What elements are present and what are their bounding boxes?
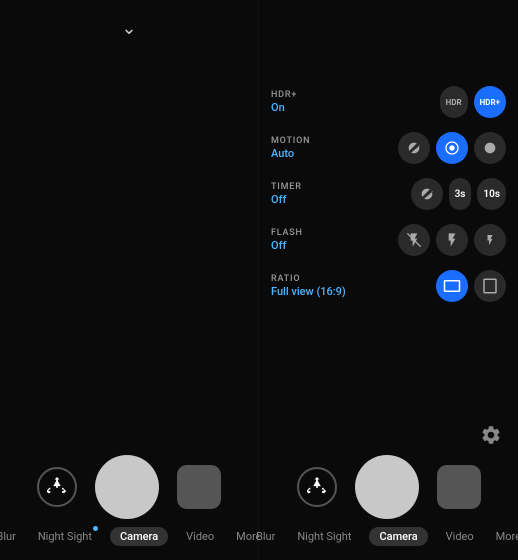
flash-auto-icon bbox=[444, 232, 460, 248]
flash-options bbox=[398, 224, 506, 256]
settings-panel: HDR+ On HDR HDR+ MOTION Auto bbox=[271, 80, 506, 308]
ratio-setting-row: RATIO Full view (16:9) bbox=[271, 264, 506, 308]
hdr-label: HDR+ bbox=[271, 90, 351, 100]
motion-off-button[interactable] bbox=[398, 132, 430, 164]
right-mode-bar: Blur Night Sight Camera Video More bbox=[259, 525, 518, 546]
flash-value: Off bbox=[271, 239, 351, 252]
mode-blur[interactable]: Blur bbox=[0, 528, 20, 545]
timer-value: Off bbox=[271, 193, 351, 206]
timer-10s-button[interactable]: 10s bbox=[477, 178, 506, 210]
timer-setting-row: TIMER Off 3s 10s bbox=[271, 172, 506, 216]
motion-auto-icon bbox=[444, 140, 460, 156]
gear-icon bbox=[480, 424, 502, 446]
right-mode-blur[interactable]: Blur bbox=[252, 528, 279, 545]
shutter-button[interactable] bbox=[95, 455, 159, 519]
chevron-down-icon[interactable]: ⌄ bbox=[121, 18, 136, 39]
motion-setting-row: MOTION Auto bbox=[271, 126, 506, 170]
right-flip-icon bbox=[307, 477, 327, 497]
ratio-43-icon bbox=[481, 277, 499, 295]
ratio-label: RATIO bbox=[271, 274, 351, 284]
ratio-info: RATIO Full view (16:9) bbox=[271, 274, 351, 298]
right-panel: HDR+ On HDR HDR+ MOTION Auto bbox=[259, 0, 518, 560]
flash-off-icon bbox=[406, 232, 422, 248]
mode-video[interactable]: Video bbox=[182, 528, 218, 545]
last-photo-button[interactable] bbox=[177, 465, 221, 509]
flash-auto-button[interactable] bbox=[436, 224, 468, 256]
right-shutter-button[interactable] bbox=[355, 455, 419, 519]
ratio-169-button[interactable] bbox=[436, 270, 468, 302]
right-mode-night-sight[interactable]: Night Sight bbox=[293, 528, 355, 545]
timer-3s-button[interactable]: 3s bbox=[449, 178, 472, 210]
motion-auto-button[interactable] bbox=[436, 132, 468, 164]
right-bottom-bar: Blur Night Sight Camera Video More bbox=[259, 445, 518, 560]
left-camera-controls bbox=[0, 455, 258, 519]
right-last-photo-button[interactable] bbox=[437, 465, 481, 509]
timer-options: 3s 10s bbox=[411, 178, 506, 210]
flash-info: FLASH Off bbox=[271, 228, 351, 252]
timer-off-icon bbox=[419, 186, 435, 202]
ratio-options bbox=[436, 270, 506, 302]
left-mode-bar: Blur Night Sight Camera Video More bbox=[0, 525, 258, 546]
left-panel: ⌄ Blur Night Sight Camera bbox=[0, 0, 259, 560]
motion-options bbox=[398, 132, 506, 164]
timer-off-button[interactable] bbox=[411, 178, 443, 210]
mode-night-sight[interactable]: Night Sight bbox=[34, 528, 96, 545]
timer-info: TIMER Off bbox=[271, 182, 351, 206]
hdr-options: HDR HDR+ bbox=[440, 86, 506, 118]
right-mode-more[interactable]: More bbox=[492, 528, 518, 545]
ratio-43-button[interactable] bbox=[474, 270, 506, 302]
flip-camera-button[interactable] bbox=[37, 467, 77, 507]
right-mode-video[interactable]: Video bbox=[442, 528, 478, 545]
mode-camera[interactable]: Camera bbox=[110, 527, 168, 546]
flash-on-icon bbox=[484, 232, 496, 248]
night-sight-dot bbox=[93, 526, 98, 531]
ratio-value: Full view (16:9) bbox=[271, 285, 351, 298]
right-mode-camera[interactable]: Camera bbox=[369, 527, 427, 546]
timer-label: TIMER bbox=[271, 182, 351, 192]
hdr-setting-row: HDR+ On HDR HDR+ bbox=[271, 80, 506, 124]
motion-on-icon bbox=[482, 140, 498, 156]
right-flip-camera-button[interactable] bbox=[297, 467, 337, 507]
hdr-off-button[interactable]: HDR bbox=[440, 86, 468, 118]
flip-icon bbox=[47, 477, 67, 497]
flash-setting-row: FLASH Off bbox=[271, 218, 506, 262]
ratio-169-icon bbox=[443, 277, 461, 295]
motion-on-button[interactable] bbox=[474, 132, 506, 164]
hdr-on-button[interactable]: HDR+ bbox=[474, 86, 506, 118]
motion-value: Auto bbox=[271, 147, 351, 160]
motion-off-icon bbox=[406, 140, 422, 156]
motion-info: MOTION Auto bbox=[271, 136, 351, 160]
left-bottom-bar: Blur Night Sight Camera Video More bbox=[0, 445, 258, 560]
motion-label: MOTION bbox=[271, 136, 351, 146]
hdr-info: HDR+ On bbox=[271, 90, 351, 114]
flash-label: FLASH bbox=[271, 228, 351, 238]
right-camera-controls bbox=[259, 455, 518, 519]
hdr-value: On bbox=[271, 101, 351, 114]
flash-off-button[interactable] bbox=[398, 224, 430, 256]
gear-icon-container[interactable] bbox=[480, 424, 502, 450]
flash-on-button[interactable] bbox=[474, 224, 506, 256]
